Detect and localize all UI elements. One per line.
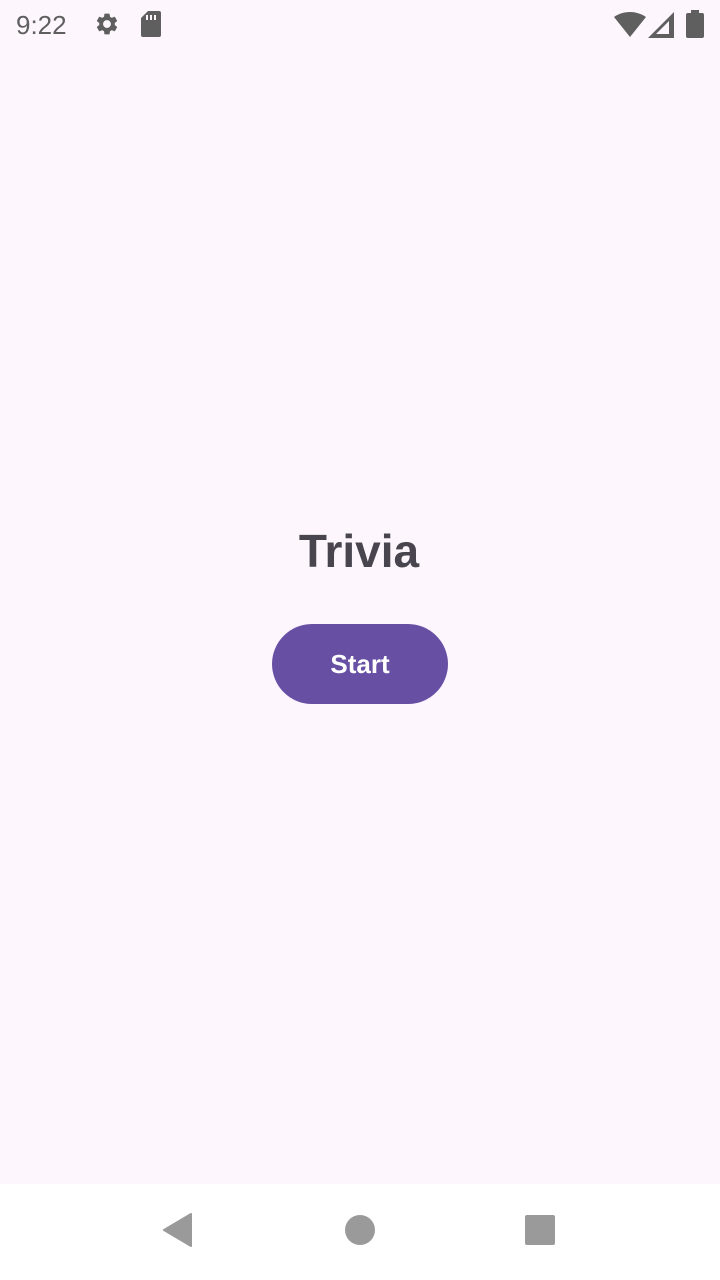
status-time: 9:22 (16, 10, 67, 40)
app-screen: 9:22 Trivia Start (0, 0, 720, 1280)
sd-card-icon (140, 10, 162, 43)
status-bar: 9:22 (0, 0, 720, 48)
recents-button[interactable] (492, 1184, 588, 1280)
gear-icon (94, 10, 120, 43)
home-button[interactable] (312, 1184, 408, 1280)
page-title: Trivia (298, 525, 420, 577)
battery-icon (686, 10, 704, 43)
recents-icon (525, 1214, 555, 1250)
navigation-bar (0, 1184, 720, 1280)
signal-icon (648, 12, 674, 43)
wifi-icon (614, 12, 646, 43)
back-icon (163, 1212, 193, 1252)
home-icon (345, 1214, 375, 1250)
start-button[interactable]: Start (272, 624, 448, 704)
back-button[interactable] (130, 1184, 226, 1280)
